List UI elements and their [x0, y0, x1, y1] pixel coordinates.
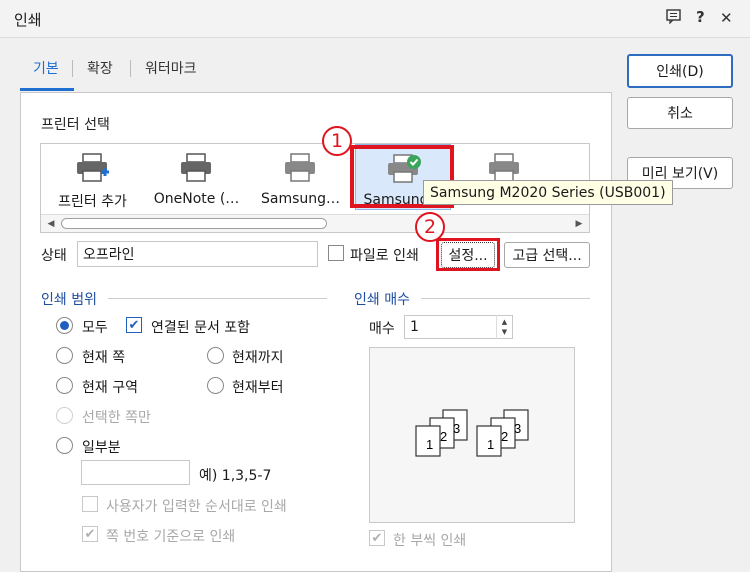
print-range-heading: 인쇄 범위: [41, 292, 97, 308]
divider: [421, 298, 590, 299]
scroll-thumb[interactable]: [61, 218, 327, 229]
page-number-basis-checkbox: ✔: [82, 526, 98, 542]
callout-2: 2: [415, 212, 445, 242]
printer-label: OneNote (…: [153, 191, 240, 207]
svg-text:1: 1: [426, 437, 433, 452]
print-to-file-checkbox[interactable]: [328, 245, 344, 261]
radio-from-current-label: 현재부터: [232, 380, 284, 396]
radio-selection-only-label: 선택한 쪽만: [82, 410, 151, 426]
printer-select-label: 프린터 선택: [41, 117, 110, 133]
stepper-up-icon[interactable]: ▲: [502, 317, 507, 327]
scroll-right-icon[interactable]: ▶: [571, 215, 587, 232]
add-printer-icon: [77, 153, 109, 182]
radio-selection-only: [56, 407, 73, 424]
tab-extended[interactable]: 확장: [87, 58, 113, 78]
printer-list-scrollbar[interactable]: ◀ ▶: [41, 214, 589, 232]
status-field: 오프라인: [77, 241, 318, 267]
linked-docs-label: 연결된 문서 포함: [151, 320, 251, 336]
callout-1: 1: [322, 126, 352, 156]
window-title: 인쇄: [14, 11, 42, 29]
printer-tooltip: Samsung M2020 Series (USB001): [423, 180, 673, 205]
printer-item-onenote[interactable]: OneNote (…: [149, 144, 244, 214]
radio-current-page-label: 현재 쪽: [82, 350, 126, 366]
radio-current-page[interactable]: [56, 347, 73, 364]
radio-until-current[interactable]: [207, 347, 224, 364]
scroll-left-icon[interactable]: ◀: [43, 215, 59, 232]
radio-all-label: 모두: [82, 320, 108, 336]
print-button[interactable]: 인쇄(D): [627, 54, 733, 88]
printer-label: Samsung…: [260, 191, 341, 207]
printer-item-add[interactable]: 프린터 추가: [45, 144, 140, 214]
tab-separator: [72, 60, 73, 77]
close-icon[interactable]: ✕: [720, 9, 733, 27]
radio-all[interactable]: [56, 317, 73, 334]
svg-text:3: 3: [514, 421, 521, 436]
collate-label: 한 부씩 인쇄: [393, 533, 467, 549]
status-label: 상태: [41, 248, 67, 264]
collate-checkbox: ✔: [369, 530, 385, 546]
stepper-down-icon[interactable]: ▼: [502, 327, 507, 337]
svg-text:2: 2: [501, 429, 508, 444]
feedback-icon[interactable]: [666, 9, 681, 28]
divider: [108, 298, 327, 299]
user-order-label: 사용자가 입력한 순서대로 인쇄: [106, 499, 287, 515]
print-to-file-label: 파일로 인쇄: [350, 248, 419, 264]
printer-label: 프린터 추가: [58, 194, 127, 210]
active-tab-indicator: [20, 88, 74, 91]
copies-preview: 3 2 1 3 2 1: [369, 347, 575, 523]
radio-current-section[interactable]: [56, 377, 73, 394]
page-range-example: 예) 1,3,5-7: [199, 468, 272, 484]
cancel-button[interactable]: 취소: [627, 97, 733, 129]
copies-heading: 인쇄 매수: [354, 292, 410, 308]
printer-icon: [181, 153, 211, 182]
user-order-checkbox: [82, 496, 98, 512]
copies-count-label: 매수: [369, 321, 395, 337]
radio-partial-label: 일부분: [82, 440, 121, 456]
tab-separator: [130, 60, 131, 77]
page-number-basis-label: 쪽 번호 기준으로 인쇄: [106, 529, 236, 545]
radio-current-section-label: 현재 구역: [82, 380, 138, 396]
svg-text:2: 2: [440, 429, 447, 444]
radio-from-current[interactable]: [207, 377, 224, 394]
svg-text:3: 3: [453, 421, 460, 436]
radio-until-current-label: 현재까지: [232, 350, 284, 366]
page-range-input[interactable]: [81, 460, 190, 485]
radio-partial[interactable]: [56, 437, 73, 454]
printer-icon: [285, 153, 315, 182]
tab-watermark[interactable]: 워터마크: [145, 58, 197, 78]
advanced-button[interactable]: 고급 선택...: [504, 242, 590, 268]
copies-stepper[interactable]: ▲ ▼: [496, 315, 512, 339]
svg-text:1: 1: [487, 437, 494, 452]
tab-basic[interactable]: 기본: [33, 58, 59, 78]
title-bar: [0, 0, 750, 38]
help-icon[interactable]: ?: [696, 8, 705, 26]
highlight-box-setup: [436, 238, 500, 271]
linked-docs-checkbox[interactable]: ✔: [126, 317, 142, 333]
